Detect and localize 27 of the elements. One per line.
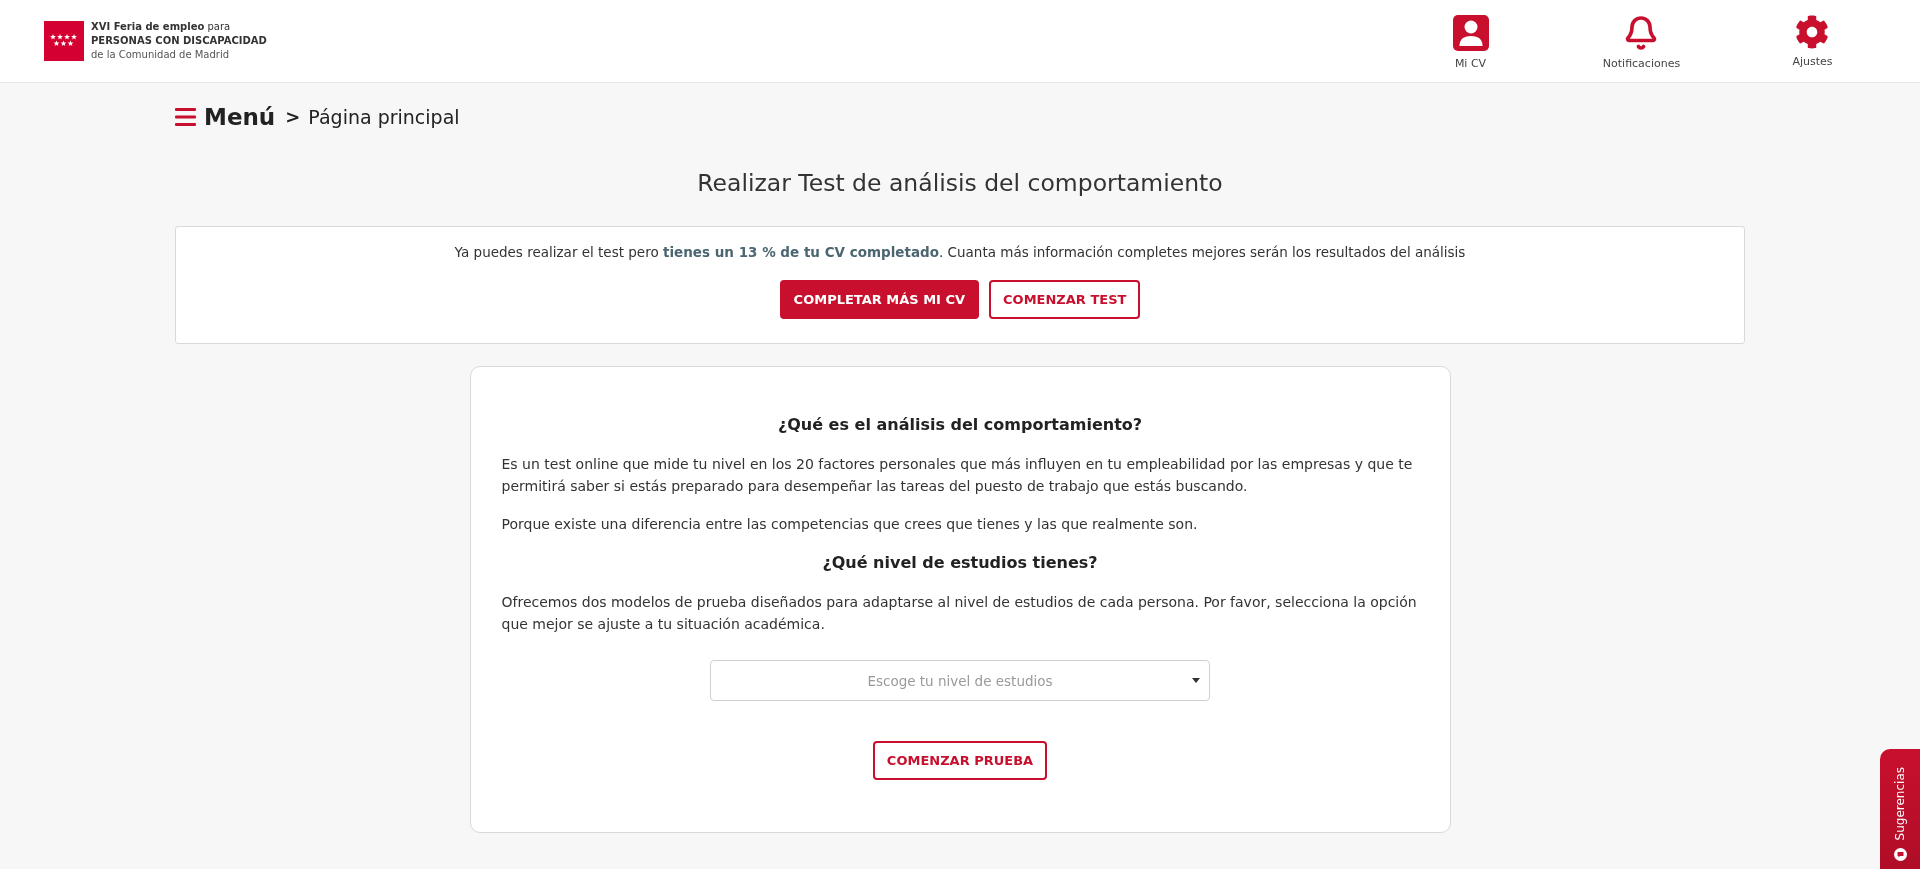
section-paragraph: Ofrecemos dos modelos de prueba diseñados para adaptarse al nivel de estudios de cada persona. Por favor, selecciona la opción que mejor se ajuste a tu situación académica. <box>501 593 1418 634</box>
settings-icon <box>1795 15 1830 49</box>
section-heading: ¿Qué es el análisis del comportamiento? <box>776 414 1144 436</box>
start-quiz-button[interactable]: COMENZAR PRUEBA <box>872 741 1048 780</box>
logo-title: XVI Feria de empleo para <box>91 20 232 34</box>
page-title: Realizar Test de análisis del comportamiento <box>696 168 1224 199</box>
breadcrumb-separator: > <box>285 105 301 129</box>
logo-caption: de la Comunidad de Madrid <box>91 48 231 62</box>
section-heading: ¿Qué nivel de estudios tienes? <box>821 552 1099 574</box>
nav-item[interactable]: Mi CV <box>1452 11 1489 71</box>
caret-icon <box>1192 678 1200 683</box>
star-flag-icon <box>44 21 84 61</box>
logo-subtitle: PERSONAS CON DISCAPACIDAD <box>91 34 267 48</box>
notice-text: Ya puedes realizar el test pero tienes un 13 % de tu CV completado. Cuanta más información completes mejores serán los resultados del análisis <box>454 243 1466 262</box>
breadcrumb-current: Página principal <box>308 105 460 130</box>
chat-icon <box>1893 848 1907 862</box>
nav-item[interactable]: Ajustes <box>1792 11 1833 71</box>
menu-button[interactable]: Menú <box>175 103 276 131</box>
person-icon <box>1452 15 1489 51</box>
start-test-button[interactable]: COMENZAR TEST <box>989 280 1141 319</box>
section-paragraph: Es un test online que mide tu nivel en los 20 factores personales que más influyen en tu empleabilidad por las empresas y que te permitirá saber si estás preparado para desempeñar las tareas del puesto de trabajo que estás buscando. <box>501 455 1414 496</box>
select-field[interactable]: Escoge tu nivel de estudios <box>710 660 1210 701</box>
menu-icon <box>175 108 196 126</box>
nav-item[interactable]: Notificaciones <box>1602 11 1681 71</box>
feedback-tab[interactable]: Sugerencias <box>1880 749 1920 869</box>
complete-cv-button[interactable]: COMPLETAR MÁS MI CV <box>779 280 980 319</box>
section-paragraph: Porque existe una diferencia entre las competencias que crees que tienes y las que realmente son. <box>501 515 1199 534</box>
